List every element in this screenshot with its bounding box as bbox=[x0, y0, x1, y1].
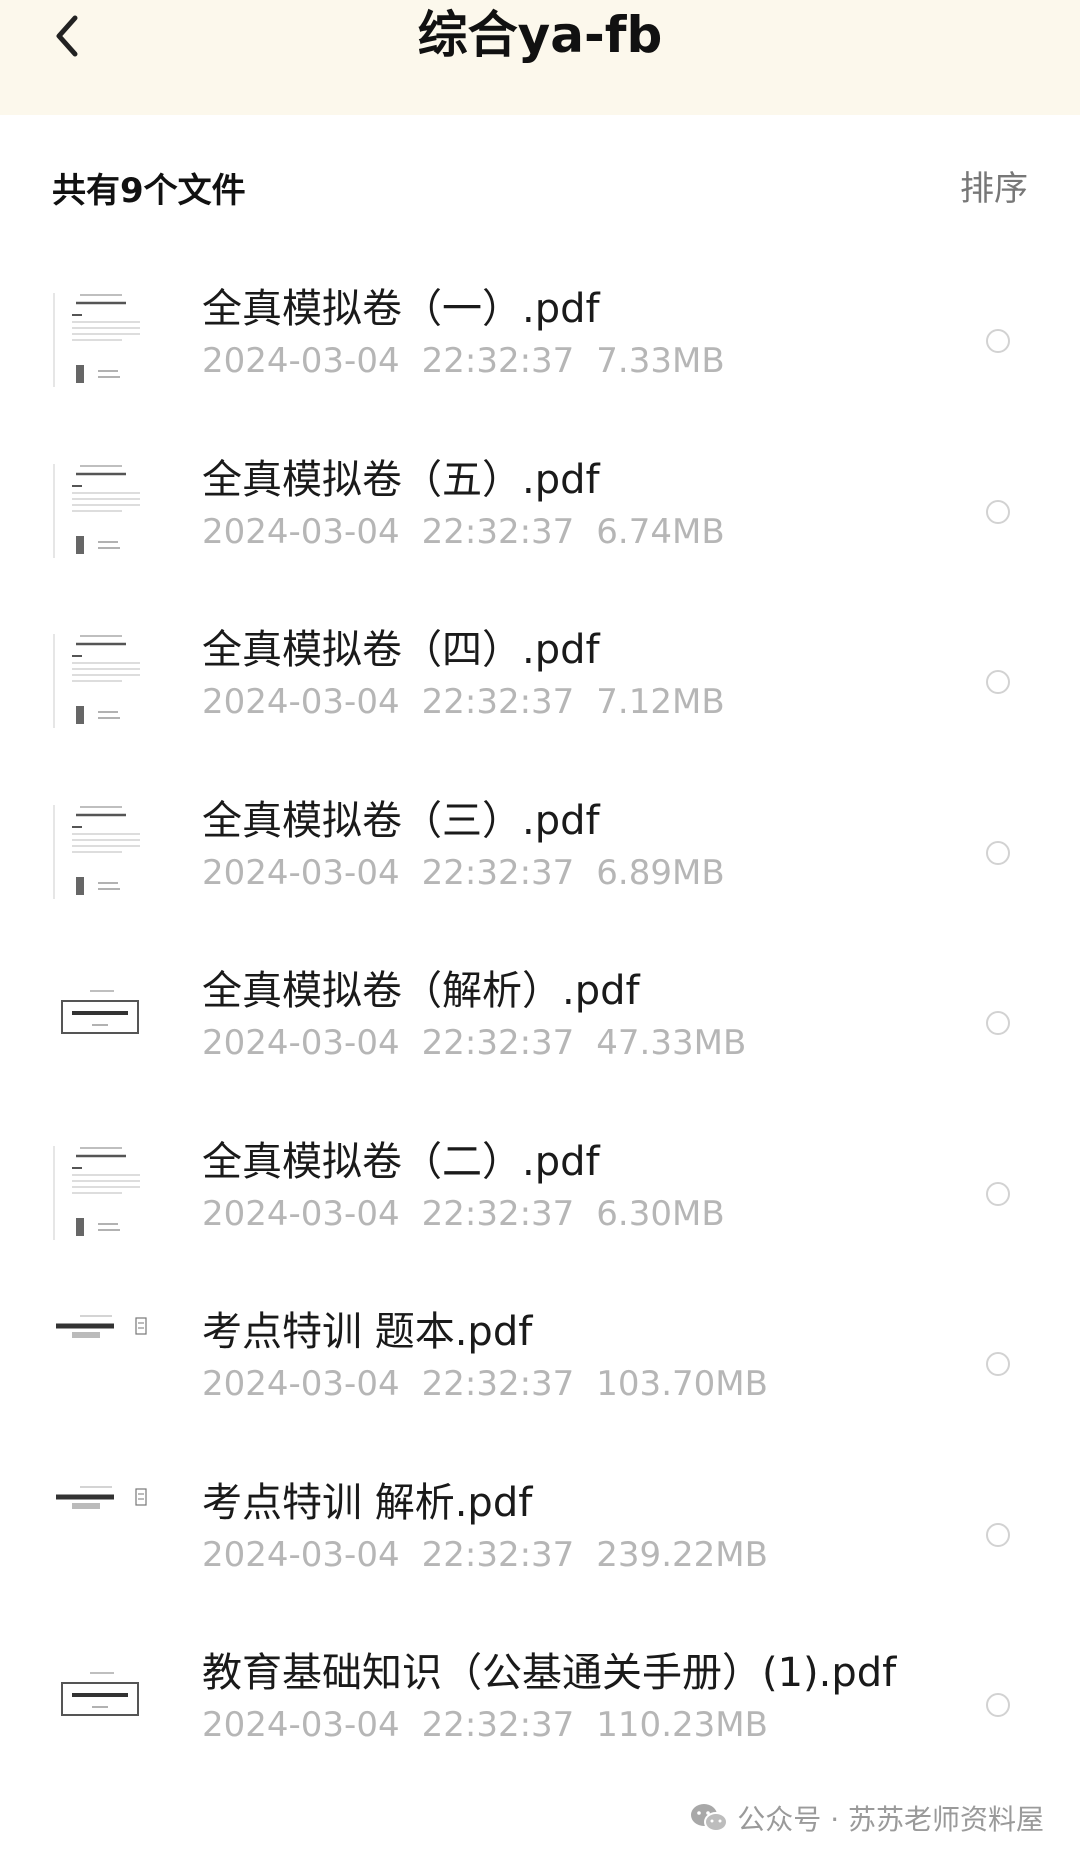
file-meta: 2024-03-04 22:32:37 7.12MB bbox=[202, 680, 725, 724]
sort-button[interactable]: 排序 bbox=[960, 161, 1028, 210]
file-time: 22:32:37 bbox=[421, 1023, 575, 1063]
watermark-text: 公众号 · 苏苏老师资料屋 bbox=[737, 1803, 1044, 1836]
file-time: 22:32:37 bbox=[421, 511, 575, 552]
file-row[interactable]: 考点特训 题本.pdf 2024-03-04 22:32:37 103.70MB bbox=[0, 1278, 1080, 1449]
wechat-icon bbox=[691, 1804, 729, 1832]
file-name: 全真模拟卷（解析）.pdf bbox=[202, 968, 640, 1014]
select-radio[interactable] bbox=[986, 1181, 1010, 1206]
file-time: 22:32:37 bbox=[421, 1534, 575, 1575]
watermark: 公众号 · 苏苏老师资料屋 bbox=[689, 1798, 1044, 1838]
file-row[interactable]: 全真模拟卷（三）.pdf 2024-03-04 22:32:37 6.89MB bbox=[0, 767, 1080, 938]
file-size: 47.33MB bbox=[596, 1023, 747, 1063]
file-meta: 2024-03-04 22:32:37 7.33MB bbox=[202, 339, 725, 383]
file-size: 7.33MB bbox=[596, 341, 725, 381]
select-radio[interactable] bbox=[986, 1011, 1010, 1035]
file-meta: 2024-03-04 22:32:37 239.22MB bbox=[202, 1533, 768, 1577]
file-time: 22:32:37 bbox=[421, 1364, 575, 1404]
file-date: 2024-03-04 bbox=[202, 852, 400, 893]
file-name: 教育基础知识（公基通关手册）(1).pdf bbox=[202, 1650, 897, 1696]
file-size: 6.74MB bbox=[596, 511, 725, 552]
select-radio[interactable] bbox=[986, 1693, 1010, 1717]
file-row[interactable]: 考点特训 解析.pdf 2024-03-04 22:32:37 239.22MB bbox=[0, 1449, 1080, 1620]
file-size: 6.89MB bbox=[596, 852, 725, 893]
file-size: 103.70MB bbox=[596, 1364, 768, 1404]
select-radio[interactable] bbox=[986, 499, 1010, 524]
file-row[interactable]: 全真模拟卷（五）.pdf 2024-03-04 22:32:37 6.74MB bbox=[0, 426, 1080, 597]
file-meta: 2024-03-04 22:32:37 6.74MB bbox=[202, 510, 725, 554]
file-name: 考点特训 解析.pdf bbox=[202, 1479, 533, 1526]
file-name: 全真模拟卷（四）.pdf bbox=[202, 627, 600, 673]
pdf-thumbnail bbox=[52, 285, 152, 395]
file-time: 22:32:37 bbox=[421, 1193, 575, 1234]
pdf-thumbnail bbox=[52, 967, 152, 1077]
file-time: 22:32:37 bbox=[421, 682, 575, 722]
file-time: 22:32:37 bbox=[421, 852, 575, 893]
file-meta: 2024-03-04 22:32:37 110.23MB bbox=[202, 1703, 768, 1747]
file-name: 全真模拟卷（二）.pdf bbox=[202, 1138, 600, 1185]
file-meta: 2024-03-04 22:32:37 6.30MB bbox=[202, 1192, 725, 1236]
pdf-thumbnail bbox=[52, 1649, 152, 1759]
pdf-thumbnail bbox=[52, 1478, 152, 1589]
file-size: 110.23MB bbox=[596, 1705, 768, 1745]
page-title: 综合ya-fb bbox=[417, 6, 663, 64]
select-radio[interactable] bbox=[986, 1522, 1010, 1547]
file-name: 全真模拟卷（一）.pdf bbox=[202, 286, 600, 332]
file-row[interactable]: 全真模拟卷（四）.pdf 2024-03-04 22:32:37 7.12MB bbox=[0, 596, 1080, 767]
pdf-thumbnail bbox=[52, 796, 152, 907]
header-bar: 综合ya-fb bbox=[0, 0, 1080, 115]
file-date: 2024-03-04 bbox=[202, 1364, 400, 1404]
file-date: 2024-03-04 bbox=[202, 1705, 400, 1745]
summary-row: 共有9个文件 排序 bbox=[0, 155, 1080, 215]
pdf-thumbnail bbox=[52, 455, 152, 566]
file-date: 2024-03-04 bbox=[202, 511, 400, 552]
file-row[interactable]: 全真模拟卷（二）.pdf 2024-03-04 22:32:37 6.30MB bbox=[0, 1108, 1080, 1279]
file-date: 2024-03-04 bbox=[202, 682, 400, 722]
select-radio[interactable] bbox=[986, 840, 1010, 865]
file-date: 2024-03-04 bbox=[202, 1193, 400, 1234]
file-size: 6.30MB bbox=[596, 1193, 725, 1234]
file-time: 22:32:37 bbox=[421, 341, 575, 381]
select-radio[interactable] bbox=[986, 670, 1010, 694]
file-name: 考点特训 题本.pdf bbox=[202, 1309, 533, 1355]
file-size: 239.22MB bbox=[596, 1534, 768, 1575]
pdf-thumbnail bbox=[52, 626, 152, 736]
file-row[interactable]: 教育基础知识（公基通关手册）(1).pdf 2024-03-04 22:32:37 1… bbox=[0, 1619, 1080, 1790]
file-size: 7.12MB bbox=[596, 682, 725, 722]
file-row[interactable]: 全真模拟卷（解析）.pdf 2024-03-04 22:32:37 47.33MB bbox=[0, 937, 1080, 1108]
file-date: 2024-03-04 bbox=[202, 1534, 400, 1575]
file-name: 全真模拟卷（五）.pdf bbox=[202, 456, 600, 503]
pdf-thumbnail bbox=[52, 1308, 152, 1418]
file-time: 22:32:37 bbox=[421, 1705, 575, 1745]
file-list: 全真模拟卷（一）.pdf 2024-03-04 22:32:37 7.33MB 全真模拟… bbox=[0, 255, 1080, 1790]
pdf-thumbnail bbox=[52, 1137, 152, 1248]
file-meta: 2024-03-04 22:32:37 47.33MB bbox=[202, 1021, 746, 1065]
select-radio[interactable] bbox=[986, 1352, 1010, 1376]
file-meta: 2024-03-04 22:32:37 103.70MB bbox=[202, 1362, 768, 1406]
file-date: 2024-03-04 bbox=[202, 341, 400, 381]
file-date: 2024-03-04 bbox=[202, 1023, 400, 1063]
file-meta: 2024-03-04 22:32:37 6.89MB bbox=[202, 851, 725, 895]
select-radio[interactable] bbox=[986, 329, 1010, 353]
file-name: 全真模拟卷（三）.pdf bbox=[202, 797, 600, 844]
file-row[interactable]: 全真模拟卷（一）.pdf 2024-03-04 22:32:37 7.33MB bbox=[0, 255, 1080, 426]
file-count: 共有9个文件 bbox=[52, 171, 246, 211]
